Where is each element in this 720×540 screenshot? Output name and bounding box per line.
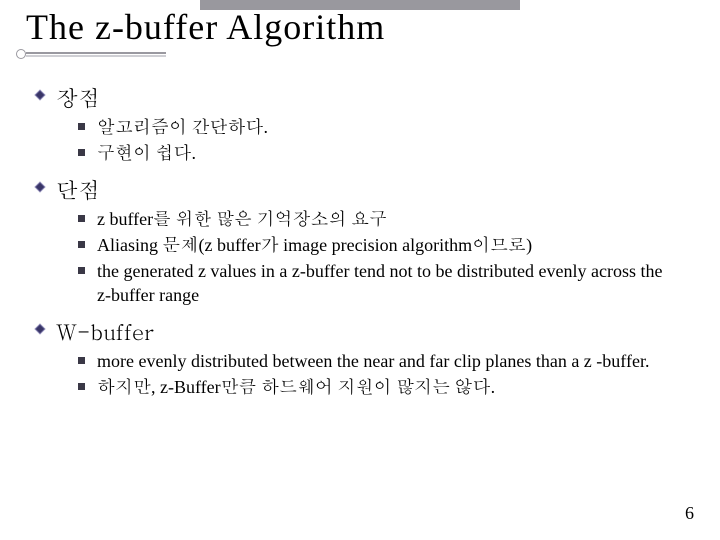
slide-content: 장점 알고리즘이 간단하다. 구현이 쉽다. 단점 z b: [26, 58, 694, 399]
list-item-text: z buffer를 위한 많은 기억장소의 요구: [97, 207, 387, 231]
section-w-buffer-items: more evenly distributed between the near…: [78, 349, 694, 400]
section-heading: 장점: [56, 82, 100, 113]
list-item-text: the generated z values in a z-buffer ten…: [97, 259, 677, 308]
list-item-text: 알고리즘이 간단하다.: [97, 115, 268, 139]
square-bullet-icon: [78, 357, 85, 364]
list-item-text: more evenly distributed between the near…: [97, 349, 649, 373]
diamond-bullet-icon: [34, 323, 46, 335]
page-number: 6: [685, 503, 694, 524]
section-disadvantages: 단점: [34, 174, 694, 205]
list-item-text: 구현이 쉽다.: [97, 141, 196, 165]
list-item: Aliasing 문제(z buffer가 image precision al…: [78, 233, 694, 257]
square-bullet-icon: [78, 149, 85, 156]
list-item: z buffer를 위한 많은 기억장소의 요구: [78, 207, 694, 231]
section-w-buffer: W-buffer: [34, 316, 694, 347]
square-bullet-icon: [78, 215, 85, 222]
section-disadvantages-items: z buffer를 위한 많은 기억장소의 요구 Aliasing 문제(z b…: [78, 207, 694, 308]
section-advantages: 장점: [34, 82, 694, 113]
list-item-text: 하지만, z-Buffer만큼 하드웨어 지원이 많지는 않다.: [97, 375, 495, 399]
list-item: 알고리즘이 간단하다.: [78, 115, 694, 139]
slide: The z-buffer Algorithm 장점 알고리즘이 간단하다. 구현…: [0, 0, 720, 540]
square-bullet-icon: [78, 267, 85, 274]
section-heading: 단점: [56, 174, 100, 205]
diamond-bullet-icon: [34, 181, 46, 193]
section-advantages-items: 알고리즘이 간단하다. 구현이 쉽다.: [78, 115, 694, 166]
list-item: 하지만, z-Buffer만큼 하드웨어 지원이 많지는 않다.: [78, 375, 694, 399]
diamond-bullet-icon: [34, 89, 46, 101]
list-item: the generated z values in a z-buffer ten…: [78, 259, 694, 308]
slide-title: The z-buffer Algorithm: [26, 6, 694, 48]
square-bullet-icon: [78, 123, 85, 130]
title-underline: [26, 52, 166, 54]
list-item-text: Aliasing 문제(z buffer가 image precision al…: [97, 233, 532, 257]
section-heading: W-buffer: [56, 316, 154, 347]
list-item: more evenly distributed between the near…: [78, 349, 694, 373]
square-bullet-icon: [78, 383, 85, 390]
list-item: 구현이 쉽다.: [78, 141, 694, 165]
square-bullet-icon: [78, 241, 85, 248]
